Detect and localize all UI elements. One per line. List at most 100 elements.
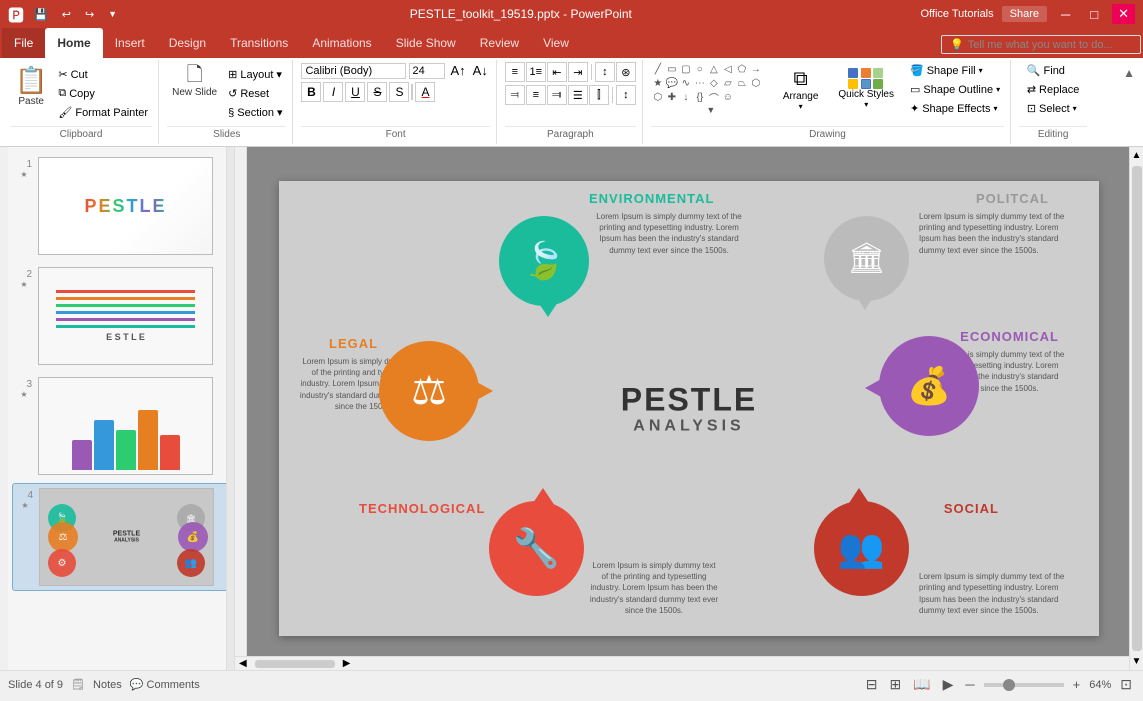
scroll-thumb[interactable] xyxy=(1132,166,1142,651)
office-tutorials-link[interactable]: Office Tutorials xyxy=(920,8,993,20)
shape-star[interactable]: ★ xyxy=(651,76,665,90)
close-button[interactable]: ✕ xyxy=(1112,4,1135,24)
underline-button[interactable]: U xyxy=(345,82,365,102)
italic-button[interactable]: I xyxy=(323,82,343,102)
zoom-in-btn[interactable]: + xyxy=(1070,677,1084,692)
justify-button[interactable]: ☰ xyxy=(568,85,588,105)
layout-button[interactable]: ⊞ Layout ▾ xyxy=(224,66,286,83)
align-right-button[interactable]: ⫥ xyxy=(547,85,567,105)
section-button[interactable]: § Section ▾ xyxy=(224,104,286,121)
replace-button[interactable]: ⇄ Replace xyxy=(1023,81,1084,98)
slide-thumb-1[interactable]: 1 ★ PESTLE xyxy=(12,153,230,259)
maximize-button[interactable]: □ xyxy=(1084,5,1104,24)
shape-parallelogram[interactable]: ▱ xyxy=(721,76,735,90)
shape-more[interactable]: ⋯ xyxy=(693,76,707,90)
notes-button[interactable]: Notes xyxy=(93,679,122,691)
shape-outline-dropdown[interactable]: ▾ xyxy=(996,85,1000,94)
shape-smiley[interactable]: ☺ xyxy=(721,90,735,104)
paste-button[interactable]: 📋 Paste xyxy=(10,62,52,110)
scroll-down-arrow[interactable]: ▼ xyxy=(1129,653,1143,670)
bold-button[interactable]: B xyxy=(301,82,321,102)
shape-cross[interactable]: ✚ xyxy=(665,90,679,104)
copy-button[interactable]: ⧉ Copy xyxy=(54,85,152,102)
shape-effects-dropdown[interactable]: ▾ xyxy=(994,104,998,113)
slide-sorter-btn[interactable]: ⊞ xyxy=(886,674,904,695)
tab-transitions[interactable]: Transitions xyxy=(218,28,300,58)
scroll-left-arrow[interactable]: ◀ xyxy=(235,656,251,670)
zoom-out-btn[interactable]: ─ xyxy=(962,677,977,692)
font-name-input[interactable] xyxy=(301,63,406,79)
shape-bracket[interactable]: {} xyxy=(693,90,707,104)
scroll-h-thumb[interactable] xyxy=(255,660,335,668)
shape-rtriangle[interactable]: ◁ xyxy=(721,62,735,76)
canvas-right-scrollbar[interactable]: ▲ ▼ xyxy=(1129,147,1143,670)
align-left-button[interactable]: ⫤ xyxy=(505,85,525,105)
font-size-input[interactable] xyxy=(409,63,445,79)
slideshow-view-btn[interactable]: ▶ xyxy=(940,674,957,695)
slides-scroll[interactable]: 1 ★ PESTLE 2 ★ xyxy=(8,147,234,670)
tab-design[interactable]: Design xyxy=(157,28,218,58)
quick-styles-button[interactable]: Quick Styles ▾ xyxy=(830,62,902,115)
tell-me-box[interactable]: 💡 Tell me what you want to do... xyxy=(941,35,1141,54)
ribbon-collapse-btn[interactable]: ▲ xyxy=(1119,64,1139,82)
scroll-right-arrow[interactable]: ▶ xyxy=(339,656,355,670)
numbering-button[interactable]: 1≡ xyxy=(526,62,546,82)
align-center-button[interactable]: ≡ xyxy=(526,85,546,105)
customize-qat-btn[interactable]: ▼ xyxy=(104,7,121,21)
tab-animations[interactable]: Animations xyxy=(300,28,383,58)
shape-oval[interactable]: ○ xyxy=(693,62,707,76)
shape-trapezoid[interactable]: ⏢ xyxy=(735,76,749,90)
tab-home[interactable]: Home xyxy=(45,28,102,58)
reset-button[interactable]: ↺ Reset xyxy=(224,85,286,102)
shape-brace[interactable]: ⌒ xyxy=(707,90,721,104)
slide-thumb-4[interactable]: 4 ★ PESTLE ANALYSIS 🍃 🏛 ⚖ 💰 ⚙ xyxy=(12,483,230,591)
shape-line[interactable]: ╱ xyxy=(651,62,665,76)
convert-to-smartart-button[interactable]: ⊛ xyxy=(616,62,636,82)
reading-view-btn[interactable]: 📖 xyxy=(910,674,933,695)
font-color-button[interactable]: A xyxy=(415,82,435,102)
undo-qat-btn[interactable]: ↩ xyxy=(58,6,75,23)
redo-qat-btn[interactable]: ↪ xyxy=(81,6,98,23)
tab-insert[interactable]: Insert xyxy=(103,28,157,58)
shape-fill-dropdown[interactable]: ▾ xyxy=(979,66,983,75)
arrange-button[interactable]: ⧉ Arrange ▾ xyxy=(775,62,827,117)
shape-diamond[interactable]: ◇ xyxy=(707,76,721,90)
shape-rect[interactable]: ▭ xyxy=(665,62,679,76)
canvas-bottom-scrollbar[interactable]: ◀ ▶ xyxy=(235,656,1129,670)
comments-button[interactable]: 💬 Comments xyxy=(130,678,200,691)
fit-to-window-btn[interactable]: ⊡ xyxy=(1117,676,1135,693)
shape-fill-button[interactable]: 🪣 Shape Fill ▾ xyxy=(906,62,1004,79)
vertical-scroll-bar[interactable] xyxy=(226,147,234,670)
share-button[interactable]: Share xyxy=(1002,6,1047,22)
format-painter-button[interactable]: 🖌 Format Painter xyxy=(54,104,152,121)
shape-octagon[interactable]: ⬡ xyxy=(651,90,665,104)
find-button[interactable]: 🔍 Find xyxy=(1023,62,1084,79)
line-spacing-button[interactable]: ↕ xyxy=(616,85,636,105)
shape-round-rect[interactable]: ▢ xyxy=(679,62,693,76)
shape-callout[interactable]: 💬 xyxy=(665,76,679,90)
shapes-scroll-down[interactable]: ▼ xyxy=(651,105,771,115)
shape-pentagon[interactable]: ⬠ xyxy=(735,62,749,76)
zoom-slider[interactable] xyxy=(984,683,1064,687)
strikethrough-button[interactable]: S xyxy=(367,82,387,102)
shape-hexagon[interactable]: ⬡ xyxy=(749,76,763,90)
text-shadow-button[interactable]: S xyxy=(389,82,409,102)
select-button[interactable]: ⊡ Select ▾ xyxy=(1023,100,1084,117)
scroll-up-arrow[interactable]: ▲ xyxy=(1129,147,1143,164)
tab-slideshow[interactable]: Slide Show xyxy=(384,28,468,58)
increase-font-btn[interactable]: A↑ xyxy=(448,62,467,79)
columns-button[interactable]: ⫿ xyxy=(589,85,609,105)
decrease-indent-button[interactable]: ⇤ xyxy=(547,62,567,82)
decrease-font-btn[interactable]: A↓ xyxy=(471,62,490,79)
bullets-button[interactable]: ≡ xyxy=(505,62,525,82)
shape-down-arrow[interactable]: ↓ xyxy=(679,90,693,104)
tab-view[interactable]: View xyxy=(531,28,581,58)
select-dropdown[interactable]: ▾ xyxy=(1073,104,1077,113)
text-direction-button[interactable]: ↕ xyxy=(595,62,615,82)
new-slide-button[interactable]: 🗋 New Slide xyxy=(167,62,222,101)
increase-indent-button[interactable]: ⇥ xyxy=(568,62,588,82)
shape-arrow[interactable]: → xyxy=(749,62,763,76)
normal-view-btn[interactable]: ⊟ xyxy=(863,674,881,695)
save-qat-btn[interactable]: 💾 xyxy=(30,6,52,23)
tab-file[interactable]: File xyxy=(2,28,45,58)
